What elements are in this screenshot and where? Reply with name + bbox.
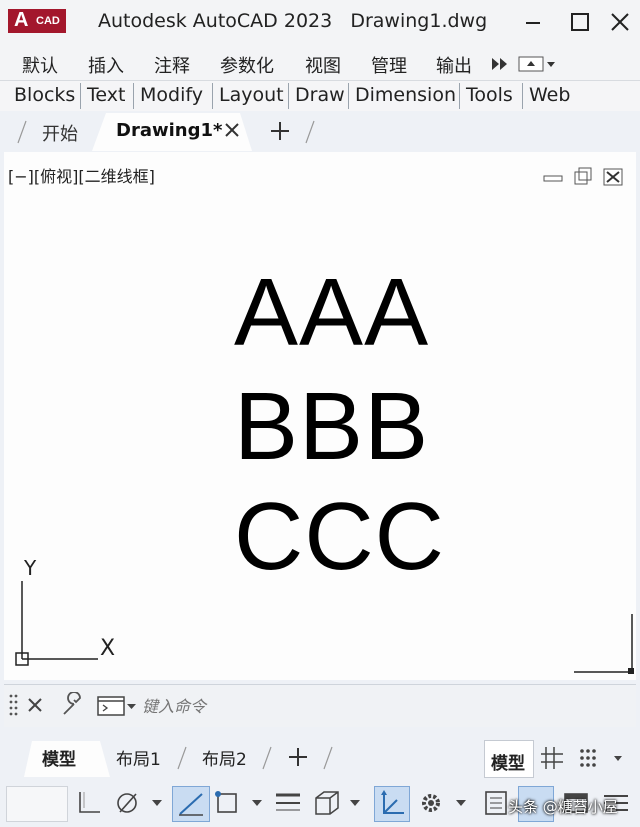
file-name: Drawing1.dwg — [350, 10, 488, 32]
command-input[interactable] — [140, 691, 624, 721]
file-tab-shapes — [17, 113, 315, 151]
settings-group — [422, 794, 466, 812]
isometric-group — [315, 791, 360, 815]
lineweight-icon[interactable] — [272, 788, 304, 818]
logo-text: CAD — [36, 15, 60, 27]
text-line-aaa[interactable]: AAA — [234, 258, 429, 368]
add-layout-icon[interactable] — [287, 746, 309, 768]
viewport-minimize-icon[interactable] — [543, 175, 563, 182]
maximize-icon — [571, 13, 589, 31]
tab-drawing1[interactable]: Drawing1* — [116, 120, 222, 141]
dynamic-ucs-icon — [381, 790, 404, 814]
close-icon — [611, 13, 629, 31]
minimize-button[interactable] — [518, 8, 548, 36]
ribbon-tab-insert[interactable]: 插入 — [88, 52, 124, 78]
dynamic-input-icon[interactable] — [117, 793, 137, 813]
command-close-icon[interactable] — [26, 696, 44, 714]
panel-layout[interactable]: Layout — [219, 84, 284, 106]
panel-blocks[interactable]: Blocks — [14, 84, 75, 106]
polar-tracking-icon — [179, 793, 203, 816]
ribbon-tab-default[interactable]: 默认 — [22, 52, 58, 78]
command-drag-handle[interactable] — [8, 692, 20, 720]
viewport-restore-icon[interactable] — [574, 167, 592, 185]
panel-modify[interactable]: Modify — [140, 84, 203, 106]
viewport-controls-label[interactable]: [−][俯视][二维线框] — [8, 163, 155, 187]
panel-divider — [133, 83, 134, 109]
viewport-close-icon[interactable] — [603, 168, 623, 186]
ribbon-tab-view[interactable]: 视图 — [305, 52, 341, 78]
dynamic-ucs-button[interactable] — [374, 786, 410, 822]
ribbon-tab-parametric[interactable]: 参数化 — [220, 52, 274, 78]
panel-tools[interactable]: Tools — [466, 84, 513, 106]
dropdown-arrow-icon[interactable] — [152, 800, 162, 806]
panel-bar: Blocks Text Modify Layout Draw Dimension… — [0, 80, 640, 112]
watermark: 头条 @糖苔小屋 — [508, 798, 618, 816]
polar-tracking-button[interactable] — [172, 786, 210, 822]
dropdown-arrow-icon[interactable] — [252, 800, 262, 806]
app-logo[interactable]: A CAD — [8, 9, 66, 33]
text-line-bbb[interactable]: BBB — [234, 372, 429, 482]
panel-divider — [522, 83, 523, 109]
new-tab-icon[interactable] — [268, 119, 292, 143]
close-button[interactable] — [605, 8, 635, 36]
panel-divider — [459, 83, 460, 109]
model-space-label: 模型 — [491, 754, 525, 774]
close-tab-icon[interactable] — [224, 122, 240, 138]
snap-mode-icon[interactable] — [576, 746, 626, 770]
more-tabs-icon[interactable] — [490, 56, 510, 72]
panel-web[interactable]: Web — [529, 84, 570, 106]
ribbon-tab-bar: 默认 插入 注释 参数化 视图 管理 输出 — [0, 44, 640, 80]
viewport-window-controls — [543, 167, 623, 186]
tab-layout2[interactable]: 布局2 — [202, 745, 247, 770]
panel-draw[interactable]: Draw — [295, 84, 345, 106]
panel-divider — [80, 83, 81, 109]
status-left-group — [79, 792, 162, 813]
infer-constraints-icon[interactable] — [79, 792, 100, 813]
tab-layout1[interactable]: 布局1 — [116, 745, 161, 770]
text-line-ccc[interactable]: CCC — [234, 482, 445, 592]
dropdown-arrow-icon[interactable] — [350, 800, 360, 806]
coordinates-box[interactable] — [6, 786, 68, 822]
ribbon-tab-output[interactable]: 输出 — [436, 52, 472, 78]
osnap-group — [215, 791, 262, 813]
gear-icon[interactable] — [422, 794, 440, 812]
ribbon-display-toggle-icon[interactable] — [518, 54, 558, 74]
tab-model[interactable]: 模型 — [42, 745, 76, 770]
window-title: Autodesk AutoCAD 2023 Drawing1.dwg — [98, 10, 487, 32]
ucs-x-label: X — [100, 636, 116, 661]
ucs-y-label: Y — [24, 556, 37, 580]
customize-wrench-icon[interactable] — [60, 692, 86, 718]
model-space-button[interactable]: 模型 — [484, 740, 534, 778]
ribbon-tab-annotate[interactable]: 注释 — [154, 52, 190, 78]
minimize-icon — [526, 22, 540, 24]
logo-letter: A — [14, 9, 29, 31]
panel-divider — [212, 83, 213, 109]
dropdown-arrow-icon[interactable] — [456, 800, 466, 806]
isodraft-icon[interactable] — [315, 791, 339, 815]
ribbon-tab-manage[interactable]: 管理 — [371, 52, 407, 78]
object-snap-icon[interactable] — [215, 791, 237, 813]
maximize-button[interactable] — [565, 8, 595, 36]
panel-divider — [288, 83, 289, 109]
tab-start[interactable]: 开始 — [42, 120, 78, 146]
grid-display-icon[interactable] — [538, 744, 566, 772]
command-history-icon[interactable] — [96, 694, 140, 718]
panel-text[interactable]: Text — [87, 84, 125, 106]
app-title: Autodesk AutoCAD 2023 — [98, 10, 333, 32]
panel-dimension[interactable]: Dimension — [355, 84, 456, 106]
panel-divider — [348, 83, 349, 109]
viewport-corner-marker — [574, 614, 634, 674]
